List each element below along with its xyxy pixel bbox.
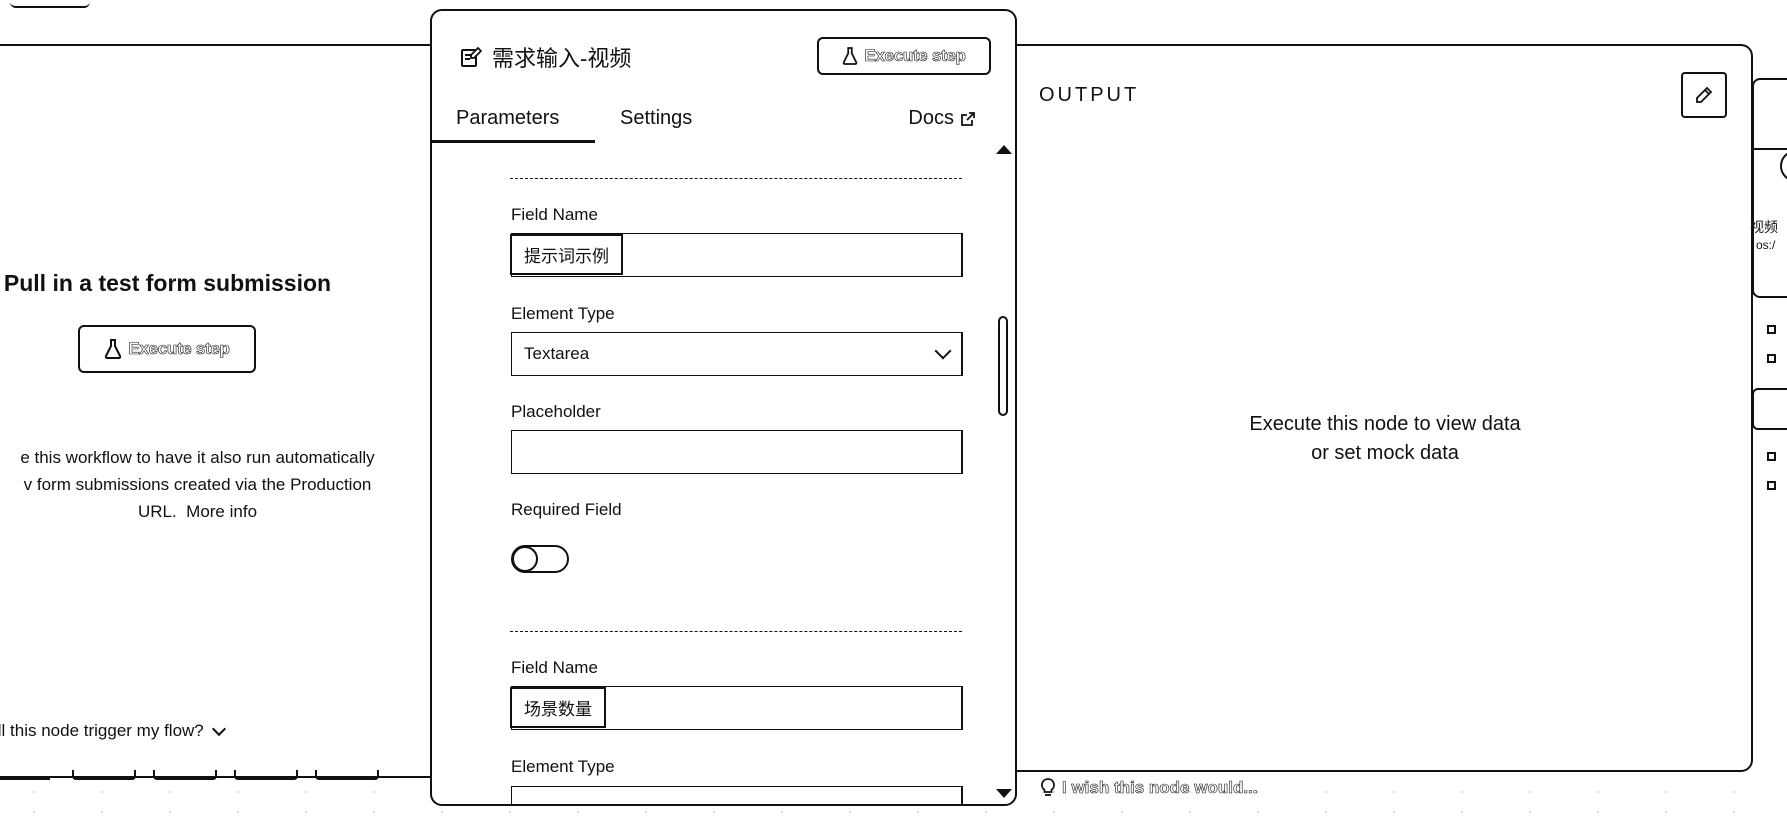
execute-step-button[interactable]: Execute step [817, 37, 991, 75]
required-field-label: Required Field [511, 500, 622, 519]
trigger-question-text: ill this node trigger my flow? [0, 721, 204, 740]
edit-output-button[interactable] [1681, 72, 1727, 118]
tab-settings[interactable]: Settings [620, 107, 692, 130]
canvas-node-text-2: os:/ [1756, 238, 1776, 252]
trigger-question-toggle[interactable]: ill this node trigger my flow? [0, 721, 226, 741]
chevron-down-icon [934, 342, 952, 360]
canvas-node-partial[interactable]: 视频 os:/ [1750, 78, 1787, 298]
description-line-2: v form submissions created via the Produ… [23, 475, 372, 494]
lightbulb-icon [1041, 778, 1055, 796]
required-field-toggle[interactable] [511, 545, 569, 573]
canvas-port[interactable] [1767, 481, 1776, 490]
input-execute-step-button[interactable]: Execute step [78, 325, 256, 373]
placeholder-label: Placeholder [511, 402, 601, 421]
parameters-panel: 需求输入-视频 Execute step Parameters Settings… [430, 9, 1017, 806]
element-type-label: Element Type [511, 757, 615, 776]
feedback-input[interactable]: I wish this node would... [1040, 778, 1258, 798]
output-empty-message: Execute this node to view data or set mo… [1185, 410, 1585, 468]
field-name-label: Field Name [511, 658, 598, 677]
element-type-select[interactable] [511, 786, 963, 804]
canvas-node-partial[interactable] [1752, 388, 1787, 430]
input-execute-step-label: Execute step [128, 339, 230, 359]
canvas-node-text-1: 视频 [1750, 219, 1778, 235]
more-info-link[interactable]: More info [186, 502, 257, 521]
toggle-knob [512, 546, 538, 572]
scroll-down-arrow[interactable] [996, 789, 1012, 798]
canvas-logo-fragment [10, 0, 90, 8]
output-empty-line-1: Execute this node to view data [1249, 413, 1521, 435]
field-name-value: 场景数量 [510, 687, 606, 728]
canvas-port[interactable] [1767, 325, 1776, 334]
canvas-node-circle-icon [1780, 150, 1787, 182]
chevron-down-icon [211, 721, 226, 737]
element-type-value: Textarea [524, 344, 590, 363]
output-title: OUTPUT [1039, 84, 1140, 106]
field-name-value: 提示词示例 [510, 234, 623, 275]
field-name-label: Field Name [511, 205, 598, 224]
element-type-select[interactable]: Textarea [511, 332, 963, 376]
docs-link[interactable]: Docs [908, 107, 976, 130]
input-panel-title: Pull in a test form submission [3, 270, 332, 296]
output-empty-line-2: or set mock data [1311, 442, 1459, 464]
field-name-input[interactable]: 提示词示例 [510, 233, 963, 277]
tab-parameters[interactable]: Parameters [456, 107, 559, 130]
placeholder-input[interactable] [511, 430, 963, 474]
description-line-3: URL. More info [0, 498, 405, 525]
active-tab-indicator [432, 140, 595, 143]
pencil-icon [1696, 86, 1713, 103]
description-url-text: URL. [137, 502, 177, 521]
node-title-text: 需求输入-视频 [492, 46, 632, 71]
field-name-input[interactable]: 场景数量 [510, 686, 963, 730]
flask-icon [105, 339, 122, 359]
element-type-label: Element Type [511, 304, 615, 323]
canvas-port[interactable] [1767, 452, 1776, 461]
input-panel [0, 44, 430, 778]
scrollbar-thumb[interactable] [998, 316, 1008, 416]
scroll-up-arrow[interactable] [996, 145, 1012, 154]
input-panel-description: e this workflow to have it also run auto… [0, 444, 405, 525]
flask-icon [843, 47, 858, 65]
canvas-tabs-fragment [0, 770, 380, 782]
note-edit-icon [461, 46, 482, 67]
output-panel: OUTPUT Execute this node to view data or… [1015, 44, 1753, 772]
docs-label: Docs [908, 107, 954, 129]
node-tabs: Parameters Settings Docs [432, 97, 992, 143]
field-separator [510, 631, 962, 632]
canvas-port[interactable] [1767, 354, 1776, 363]
field-separator [510, 178, 962, 179]
node-title: 需求输入-视频 [460, 41, 631, 73]
description-line-1: e this workflow to have it also run auto… [20, 448, 375, 467]
external-link-icon [961, 111, 975, 126]
feedback-text: I wish this node would... [1062, 778, 1258, 798]
canvas-node-divider [1754, 148, 1787, 150]
execute-step-label: Execute step [864, 46, 966, 66]
